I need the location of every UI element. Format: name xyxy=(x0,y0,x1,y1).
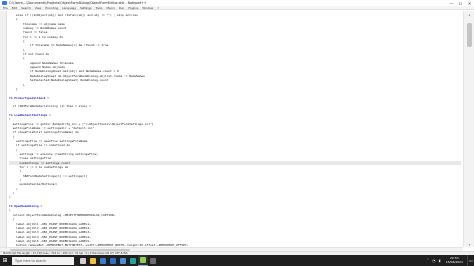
taskbar-app-store[interactable] xyxy=(118,255,128,266)
code-line-text: { xyxy=(23,56,25,61)
taskbar-app-file-explorer[interactable] xyxy=(88,255,98,266)
taskbar-app-browser[interactable] xyxy=(98,255,108,266)
menu-item-view[interactable]: View xyxy=(35,6,42,10)
notepad-plus-plus-icon xyxy=(140,257,146,263)
code-line-text: ) xyxy=(16,186,18,191)
code-line-text: if (doesFileExist settingsFileName) do xyxy=(12,130,79,135)
menu-item-window[interactable]: Window xyxy=(142,6,153,10)
code-line-text: fn OpenNodeDialog = xyxy=(9,204,43,209)
task-view-icon xyxy=(80,257,86,264)
code-line-text: } xyxy=(23,82,25,87)
code-line-text: for i := 1 to numSettings do xyxy=(19,165,69,170)
code-editor[interactable]: else if !(IsObject(obj) and !IsFunc(obj)… xyxy=(0,11,474,247)
mail-icon xyxy=(110,257,116,264)
menu-item-encoding[interactable]: Encoding xyxy=(45,6,58,10)
taskbar-apps xyxy=(78,255,158,266)
taskbar-clock[interactable]: 20:53 15/06/2021 xyxy=(445,256,463,264)
taskbar-app-notepad-plus-plus[interactable] xyxy=(138,255,148,266)
code-line-text: ( xyxy=(16,147,18,152)
terminal-icon xyxy=(150,257,156,264)
scroll-up-icon[interactable]: ▴ xyxy=(464,11,474,17)
menu-item-settings[interactable]: Settings xyxy=(80,6,91,10)
code-line-text: { xyxy=(23,39,25,44)
menu-bar: File Edit Search View Encoding Language Settin… xyxy=(0,6,474,10)
menu-item-macro[interactable]: Macro xyxy=(106,6,114,10)
code-line-text: ) xyxy=(12,191,15,196)
system-tray: ˄ ◔ ◖ 20:53 15/06/2021 ▭ xyxy=(425,255,474,266)
clock-date: 15/06/2021 xyxy=(445,259,463,264)
menu-item-search[interactable]: Search xyxy=(21,6,31,10)
code-area[interactable]: else if !(IsObject(obj) and !IsFunc(obj)… xyxy=(9,13,461,247)
3dsmax-icon xyxy=(130,257,136,264)
code-line-text: SBdFormNodeSettings[i] := settings[i] xyxy=(23,173,88,178)
volume-icon[interactable]: ◖ xyxy=(437,255,443,266)
app-icon xyxy=(2,1,7,5)
taskbar-app-3dsmax[interactable] xyxy=(128,255,138,266)
code-line-text: SetSelected(NodeDialogSheet) NodeDialog.… xyxy=(30,78,109,83)
scroll-down-icon[interactable]: ▾ xyxy=(464,241,474,247)
code-line-text: ( xyxy=(9,117,11,122)
taskbar-app-task-view[interactable] xyxy=(78,255,88,266)
menu-item-language[interactable]: Language xyxy=(62,6,76,10)
windows-icon[interactable]: ⊞ xyxy=(0,255,10,266)
code-line-text: if (SBdFormNodeSerializing [1] then = el… xyxy=(12,104,91,109)
code-line-text: fn PickerTypeCallback = xyxy=(9,95,50,100)
menu-item-edit[interactable]: Edit xyxy=(12,6,17,10)
taskbar-app-terminal[interactable] xyxy=(148,255,158,266)
browser-icon xyxy=(100,257,106,264)
taskbar-search-input[interactable]: Type here to search xyxy=(12,256,74,265)
taskbar: ⊞ Type here to search ˄ ◔ ◖ 20:53 15/06/… xyxy=(0,255,474,266)
code-line-text: if settingsFile != undefined do xyxy=(16,143,70,148)
code-line-text: rollout ObjectFormNodeDialog ~OBJECTFORM… xyxy=(12,212,116,217)
menu-item-[interactable]: ? xyxy=(157,6,159,10)
menu-item-plugins[interactable]: Plugins xyxy=(128,6,138,10)
code-line-text: ( xyxy=(9,208,11,213)
store-icon xyxy=(120,257,126,264)
code-line-text: fn LoadDefaultSettings = xyxy=(9,112,51,117)
code-line-text: ) xyxy=(9,195,11,200)
menu-item-file[interactable]: File xyxy=(3,6,8,10)
menu-item-tools[interactable]: Tools xyxy=(96,6,103,10)
code-line-text: ( xyxy=(19,169,22,174)
code-line-text: updateToolbarButtons() xyxy=(19,182,58,187)
code-line-text: ( xyxy=(12,217,15,222)
code-line-text: if thisname == NodeNames[i] && !found :=… xyxy=(30,43,109,48)
line-gutter xyxy=(0,11,7,247)
notification-icon[interactable]: ▭ xyxy=(467,255,474,266)
vertical-scrollbar[interactable]: ▴ ▾ xyxy=(463,11,474,247)
menu-item-run[interactable]: Run xyxy=(119,6,124,10)
code-line-text: for i := 1 to numkey do xyxy=(23,34,64,39)
code-line-text: ( xyxy=(12,134,15,139)
code-line-text: { xyxy=(16,17,18,22)
code-line-text: } xyxy=(16,86,18,91)
file-explorer-icon xyxy=(90,257,96,264)
code-line-text: else if !(IsObject(obj) and !IsFunc(obj)… xyxy=(16,13,138,17)
window-title: C:\Users\...\Documents\Projects\ObjectFo… xyxy=(9,1,147,5)
code-line-text: if not found do xyxy=(23,52,50,57)
vertical-scroll-thumb[interactable] xyxy=(467,23,472,47)
taskbar-app-mail[interactable] xyxy=(108,255,118,266)
